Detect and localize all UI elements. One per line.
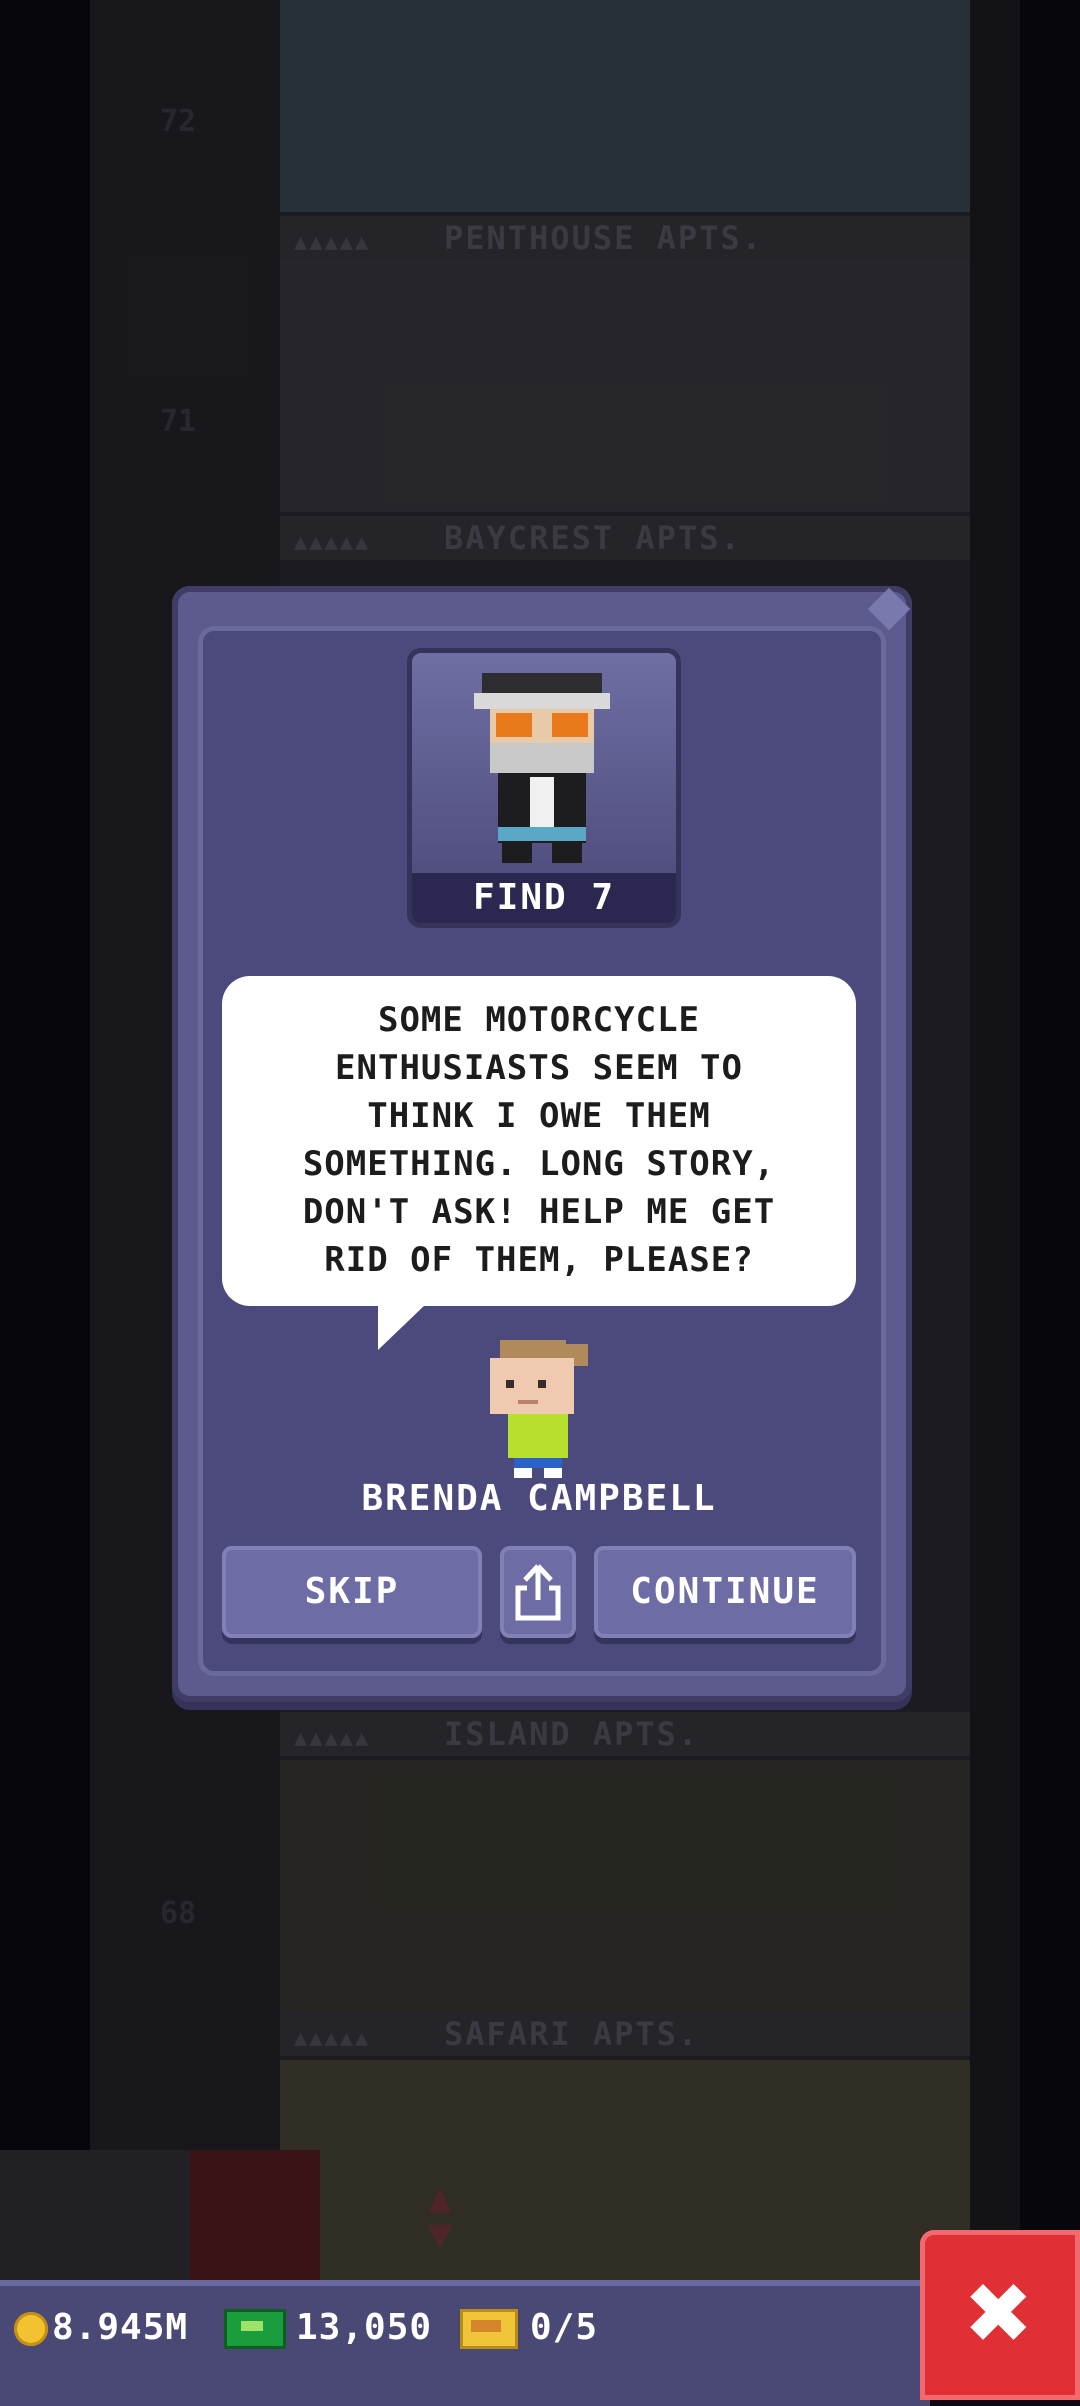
- close-icon: ✖: [966, 2248, 1034, 2376]
- skip-button[interactable]: SKIP: [222, 1546, 482, 1638]
- mission-target-count: FIND 7: [412, 873, 676, 923]
- close-button[interactable]: ✖: [920, 2230, 1080, 2400]
- ticket-icon: [460, 2309, 518, 2349]
- speaker-avatar-icon: [490, 1340, 588, 1478]
- tickets-counter[interactable]: 0/5: [460, 2298, 598, 2358]
- speech-bubble-tail: [378, 1304, 426, 1350]
- speech-bubble: SOME MOTORCYCLE ENTHUSIASTS SEEM TO THIN…: [222, 976, 856, 1306]
- tickets-value: 0/5: [530, 2307, 599, 2348]
- speaker-name: BRENDA CAMPBELL: [361, 1478, 717, 1519]
- bux-icon: [224, 2309, 286, 2349]
- continue-button[interactable]: CONTINUE: [594, 1546, 856, 1638]
- coins-value: 8.945M: [52, 2307, 189, 2348]
- bux-value: 13,050: [296, 2307, 433, 2348]
- mission-message: SOME MOTORCYCLE ENTHUSIASTS SEEM TO THIN…: [302, 1000, 776, 1280]
- bux-counter[interactable]: 13,050: [224, 2298, 432, 2358]
- coin-icon: [14, 2312, 48, 2346]
- dialog-corner-ornament: [867, 587, 911, 631]
- share-button[interactable]: [500, 1546, 576, 1638]
- coins-counter[interactable]: 8.945M: [14, 2298, 188, 2358]
- share-icon: [515, 1564, 561, 1621]
- target-portrait: FIND 7: [407, 648, 681, 928]
- biker-character-icon: [474, 673, 610, 863]
